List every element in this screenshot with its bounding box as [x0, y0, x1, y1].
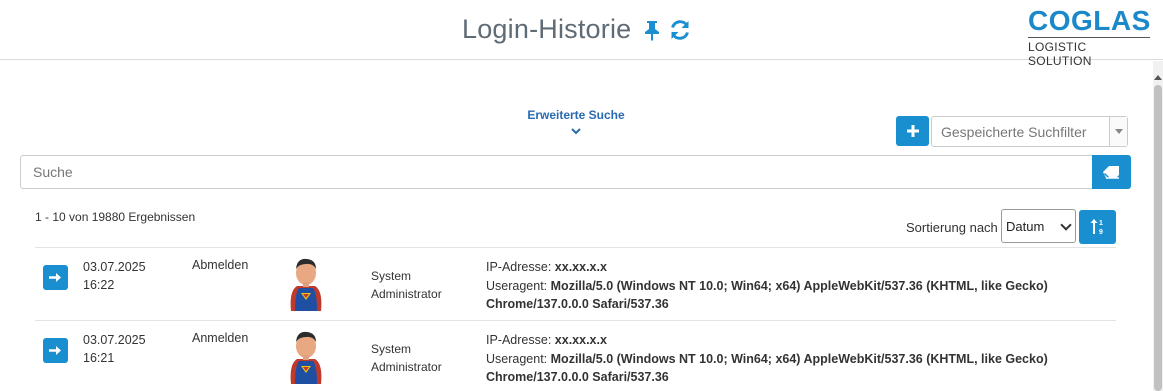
plus-icon	[906, 125, 919, 137]
useragent-value: Mozilla/5.0 (Windows NT 10.0; Win64; x64…	[550, 351, 1048, 366]
row-user-last: Administrator	[371, 360, 442, 374]
chevron-down-icon	[1060, 219, 1072, 231]
saved-filters-dropdown-toggle[interactable]	[1109, 117, 1127, 146]
add-filter-button[interactable]	[896, 116, 929, 146]
caret-down-icon	[1115, 129, 1123, 134]
useragent-value: Mozilla/5.0 (Windows NT 10.0; Win64; x64…	[550, 278, 1048, 293]
row-ip-line: IP-Adresse: xx.xx.x.x	[486, 331, 1086, 350]
sort-ascending-icon: 1 9	[1090, 219, 1103, 235]
saved-filters-placeholder: Gespeicherte Suchfilter	[941, 124, 1087, 140]
row-info: IP-Adresse: xx.xx.x.x Useragent: Mozilla…	[486, 331, 1086, 387]
useragent-label: Useragent:	[486, 351, 548, 366]
row-useragent-line: Useragent: Mozilla/5.0 (Windows NT 10.0;…	[486, 277, 1086, 296]
svg-text:9: 9	[1099, 229, 1103, 235]
ip-value: xx.xx.x.x	[554, 260, 607, 274]
row-action: Abmelden	[192, 258, 249, 272]
row-time: 16:21	[83, 351, 115, 365]
row-user: System Administrator	[371, 340, 442, 376]
row-user-first: System	[371, 342, 412, 356]
arrow-right-icon	[49, 273, 61, 282]
useragent-value-cont: Chrome/137.0.0.0 Safari/537.36	[486, 297, 669, 311]
avatar	[290, 258, 322, 311]
row-user: System Administrator	[371, 267, 442, 303]
row-useragent-line2: Chrome/137.0.0.0 Safari/537.36	[486, 295, 1086, 314]
table-row: 03.07.2025 16:22 Abmelden System Adminis…	[35, 247, 1116, 320]
row-datetime: 03.07.2025 16:22	[83, 258, 146, 294]
title-wrap: Login-Historie	[462, 14, 690, 45]
row-action: Anmelden	[192, 331, 249, 345]
scroll-thumb[interactable]	[1154, 85, 1162, 391]
company-logo: COGLAS LOGISTIC SOLUTION	[1028, 6, 1150, 68]
saved-filters-select[interactable]: Gespeicherte Suchfilter	[931, 116, 1128, 147]
eraser-icon	[1103, 166, 1119, 179]
scroll-up-icon[interactable]	[1154, 75, 1162, 80]
arrow-right-icon	[49, 346, 61, 355]
sort-direction-button[interactable]: 1 9	[1079, 210, 1116, 244]
sort-label: Sortierung nach	[906, 220, 998, 235]
search-input[interactable]	[20, 155, 1092, 189]
advanced-search-label: Erweiterte Suche	[527, 108, 625, 122]
logo-main-text: COGLAS	[1028, 5, 1151, 36]
row-date: 03.07.2025	[83, 333, 146, 347]
page-header: Login-Historie COGLAS LOGISTIC SOLUTION	[0, 0, 1163, 68]
ip-label: IP-Adresse:	[486, 260, 552, 274]
ip-value: xx.xx.x.x	[554, 333, 607, 347]
chevron-down-icon	[571, 128, 581, 135]
clear-search-button[interactable]	[1092, 155, 1131, 189]
avatar	[290, 331, 322, 384]
results-count: 1 - 10 von 19880 Ergebnissen	[35, 210, 196, 224]
row-user-first: System	[371, 269, 412, 283]
useragent-label: Useragent:	[486, 278, 548, 293]
row-date: 03.07.2025	[83, 260, 146, 274]
useragent-value-cont: Chrome/137.0.0.0 Safari/537.36	[486, 370, 669, 384]
open-detail-button[interactable]	[43, 338, 68, 363]
row-time: 16:22	[83, 278, 115, 292]
page-title: Login-Historie	[462, 14, 632, 44]
row-info: IP-Adresse: xx.xx.x.x Useragent: Mozilla…	[486, 258, 1086, 314]
pin-icon[interactable]	[643, 19, 663, 41]
vertical-scrollbar[interactable]	[1153, 61, 1163, 391]
svg-text:1: 1	[1099, 220, 1103, 227]
row-useragent-line: Useragent: Mozilla/5.0 (Windows NT 10.0;…	[486, 350, 1086, 369]
row-datetime: 03.07.2025 16:21	[83, 331, 146, 367]
open-detail-button[interactable]	[43, 265, 68, 290]
sort-select-value: Datum	[1006, 219, 1045, 234]
logo-sub-text: LOGISTIC SOLUTION	[1028, 37, 1150, 68]
advanced-search-toggle[interactable]: Erweiterte Suche	[520, 108, 632, 136]
sort-select[interactable]: Datum	[1001, 209, 1076, 243]
table-row: 03.07.2025 16:21 Anmelden System Adminis…	[35, 320, 1116, 391]
row-useragent-line2: Chrome/137.0.0.0 Safari/537.36	[486, 368, 1086, 387]
ip-label: IP-Adresse:	[486, 333, 552, 347]
row-user-last: Administrator	[371, 287, 442, 301]
refresh-icon[interactable]	[669, 19, 690, 41]
row-ip-line: IP-Adresse: xx.xx.x.x	[486, 258, 1086, 277]
